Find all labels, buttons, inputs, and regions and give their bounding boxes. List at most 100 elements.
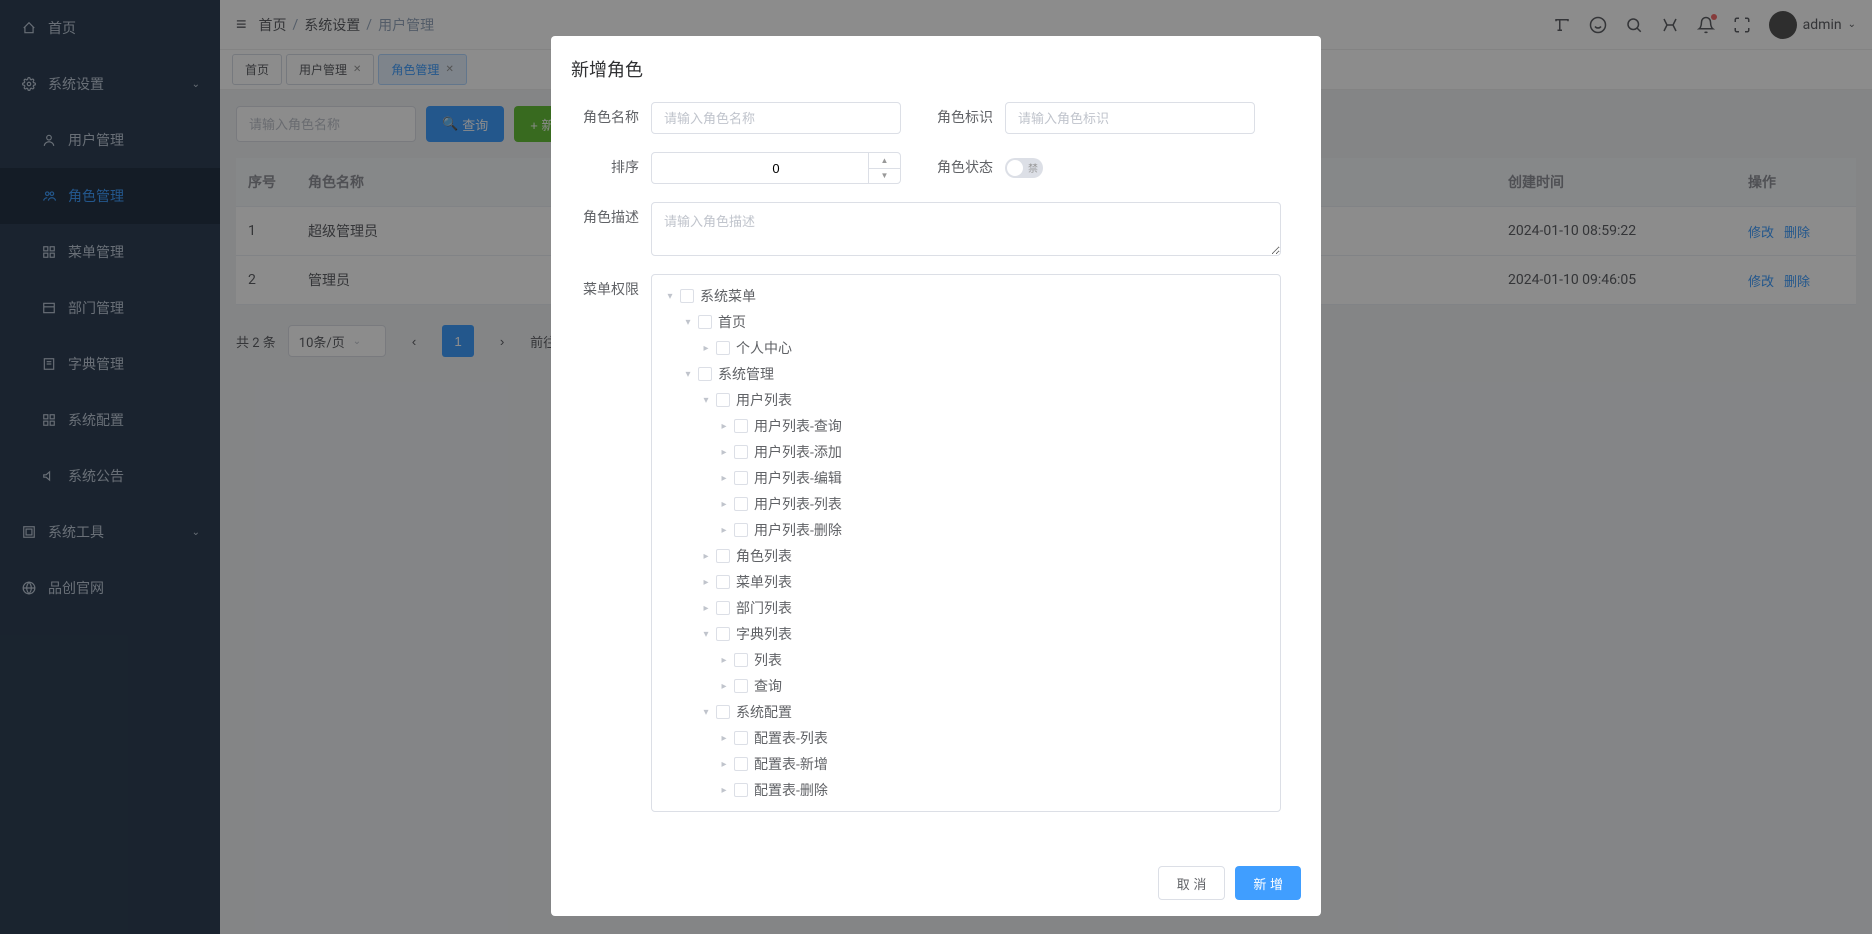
tree-node[interactable]: ▸ 角色列表 [652,543,1280,569]
tree-node[interactable]: ▾ 首页 [652,309,1280,335]
tree-label: 个人中心 [736,338,792,358]
tree-checkbox[interactable] [698,315,712,329]
tree-caret-icon[interactable]: ▸ [700,603,712,614]
label-menu-perm: 菜单权限 [571,274,651,306]
tree-label: 菜单列表 [736,572,792,592]
tree-checkbox[interactable] [698,367,712,381]
tree-checkbox[interactable] [734,523,748,537]
tree-label: 系统菜单 [700,286,756,306]
tree-caret-icon[interactable]: ▾ [700,707,712,718]
tree-label: 用户列表-列表 [754,494,842,514]
tree-label: 配置表-新增 [754,754,828,774]
tree-caret-icon[interactable]: ▸ [700,343,712,354]
tree-checkbox[interactable] [734,497,748,511]
label-sort: 排序 [571,152,651,184]
label-role-code: 角色标识 [925,102,1005,134]
tree-node[interactable]: ▸ 查询 [652,673,1280,699]
tree-caret-icon[interactable]: ▸ [718,525,730,536]
add-role-dialog: 新增角色 角色名称 角色标识 排序 ▲▼ 角色状态 禁 [551,36,1321,916]
tree-node[interactable]: ▸ 用户列表-查询 [652,413,1280,439]
tree-label: 配置表-列表 [754,728,828,748]
tree-label: 系统管理 [718,364,774,384]
tree-node[interactable]: ▾ 字典列表 [652,621,1280,647]
tree-caret-icon[interactable]: ▸ [718,655,730,666]
tree-checkbox[interactable] [716,341,730,355]
tree-caret-icon[interactable]: ▸ [718,473,730,484]
tree-caret-icon[interactable]: ▸ [700,551,712,562]
status-toggle[interactable]: 禁 [1005,158,1043,178]
desc-textarea[interactable] [651,202,1281,256]
tree-label: 角色列表 [736,546,792,566]
role-name-input[interactable] [651,102,901,134]
tree-node[interactable]: ▾ 系统配置 [652,699,1280,725]
tree-checkbox[interactable] [716,549,730,563]
tree-node[interactable]: ▸ 用户列表-删除 [652,517,1280,543]
tree-checkbox[interactable] [680,289,694,303]
modal-footer: 取 消 新 增 [551,854,1321,916]
tree-caret-icon[interactable]: ▾ [700,629,712,640]
menu-tree: ▾系统菜单▾首页▸个人中心▾系统管理▾用户列表▸用户列表-查询▸用户列表-添加▸… [651,274,1281,812]
tree-node[interactable]: ▸用户列表-添加 [652,439,1280,465]
tree-label: 查询 [754,676,782,696]
role-code-input[interactable] [1005,102,1255,134]
tree-label: 系统配置 [736,702,792,722]
tree-caret-icon[interactable]: ▸ [718,447,730,458]
sort-stepper[interactable]: ▲▼ [651,152,901,184]
spinner-down[interactable]: ▼ [869,169,900,184]
tree-node[interactable]: ▸ 部门列表 [652,595,1280,621]
tree-node[interactable]: ▾ 系统菜单 [652,283,1280,309]
tree-node[interactable]: ▸ 配置表-新增 [652,751,1280,777]
tree-checkbox[interactable] [734,783,748,797]
tree-node[interactable]: ▸ 用户列表-编辑 [652,465,1280,491]
tree-checkbox[interactable] [734,757,748,771]
tree-node[interactable]: ▸ 菜单列表 [652,569,1280,595]
tree-checkbox[interactable] [734,471,748,485]
tree-caret-icon[interactable]: ▾ [664,291,676,302]
tree-label: 列表 [754,650,782,670]
confirm-button[interactable]: 新 增 [1235,866,1301,900]
tree-caret-icon[interactable]: ▸ [718,681,730,692]
tree-checkbox[interactable] [734,679,748,693]
tree-caret-icon[interactable]: ▸ [718,759,730,770]
tree-node[interactable]: ▸ 用户列表-列表 [652,491,1280,517]
tree-checkbox[interactable] [716,393,730,407]
tree-node[interactable]: ▸ 配置表-列表 [652,725,1280,751]
tree-node[interactable]: ▸ 配置表-删除 [652,777,1280,803]
tree-label: 用户列表-删除 [754,520,842,540]
tree-node[interactable]: ▸ 列表 [652,647,1280,673]
tree-node[interactable]: ▸ 个人中心 [652,335,1280,361]
tree-label: 用户列表 [736,390,792,410]
tree-label: 用户列表-编辑 [754,468,842,488]
tree-caret-icon[interactable]: ▾ [700,395,712,406]
label-status: 角色状态 [925,152,1005,184]
tree-node[interactable]: ▾ 系统管理 [652,361,1280,387]
spinner-up[interactable]: ▲ [869,153,900,169]
tree-checkbox[interactable] [734,653,748,667]
tree-label: 字典列表 [736,624,792,644]
cancel-button[interactable]: 取 消 [1158,866,1226,900]
tree-checkbox[interactable] [716,601,730,615]
tree-checkbox[interactable] [734,445,748,459]
tree-checkbox[interactable] [734,419,748,433]
tree-caret-icon[interactable]: ▾ [682,369,694,380]
tree-label: 用户列表-查询 [754,416,842,436]
tree-caret-icon[interactable]: ▸ [718,421,730,432]
modal-body: 角色名称 角色标识 排序 ▲▼ 角色状态 禁 角色 [551,94,1321,854]
tree-node[interactable]: ▾ 用户列表 [652,387,1280,413]
modal-title: 新增角色 [551,36,1321,94]
tree-caret-icon[interactable]: ▸ [700,577,712,588]
tree-caret-icon[interactable]: ▾ [682,317,694,328]
tree-checkbox[interactable] [734,731,748,745]
tree-caret-icon[interactable]: ▸ [718,499,730,510]
tree-label: 配置表-删除 [754,780,828,800]
tree-label: 部门列表 [736,598,792,618]
label-desc: 角色描述 [571,202,651,234]
label-role-name: 角色名称 [571,102,651,134]
sort-input[interactable] [652,161,900,176]
tree-label: 首页 [718,312,746,332]
tree-checkbox[interactable] [716,575,730,589]
tree-checkbox[interactable] [716,627,730,641]
tree-caret-icon[interactable]: ▸ [718,785,730,796]
tree-checkbox[interactable] [716,705,730,719]
tree-caret-icon[interactable]: ▸ [718,733,730,744]
